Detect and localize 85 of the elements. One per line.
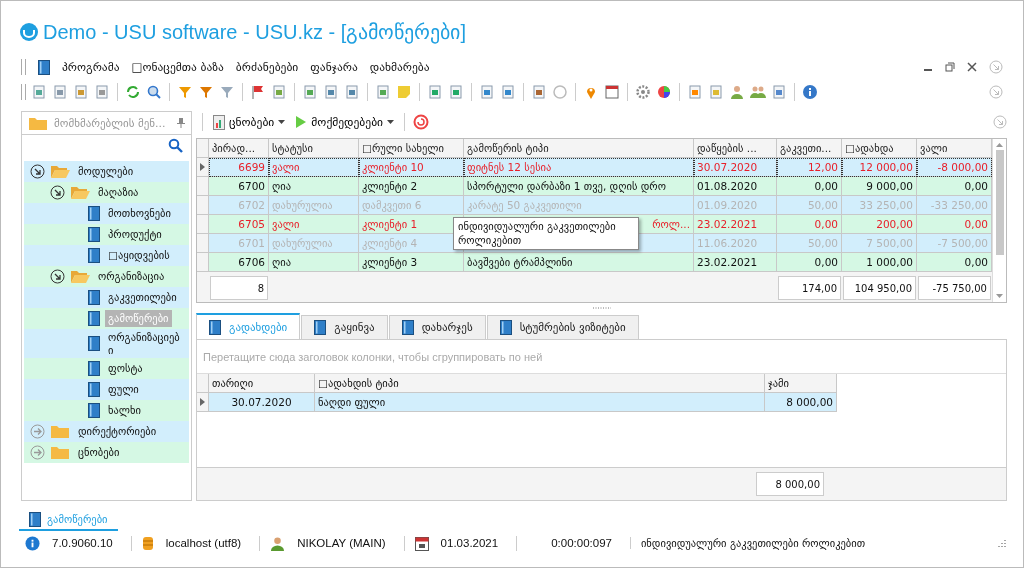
- table-cell: 6701: [209, 234, 269, 253]
- table-cell: 01.08.2020: [694, 177, 777, 196]
- table-cell: 0,00: [917, 215, 992, 234]
- table-cell: ღია: [269, 253, 359, 272]
- menu-item[interactable]: პროგრამა: [62, 60, 120, 74]
- column-header[interactable]: □ადახდა: [842, 139, 917, 158]
- column-header[interactable]: დაწყების ...: [694, 139, 777, 158]
- column-header[interactable]: გამოწერის ტიპი: [464, 139, 694, 158]
- column-header[interactable]: სტატუსი: [269, 139, 359, 158]
- table-cell: ბავშვები ტრამპლინი: [464, 253, 694, 272]
- status-message: ინდივიდუალური გაკვეთილები როლიკებით: [640, 537, 866, 549]
- table-cell: ღია: [269, 177, 359, 196]
- table-cell: -7 500,00: [917, 234, 992, 253]
- table-cell: 30.07.2020: [694, 158, 777, 177]
- column-header[interactable]: ვალი: [917, 139, 992, 158]
- tree-item[interactable]: ფოსტა: [105, 360, 146, 377]
- table-cell: 8 000,00: [765, 393, 837, 412]
- table-cell: 23.02.2021: [694, 253, 777, 272]
- table-cell: ნაღდი ფული: [315, 393, 765, 412]
- table-cell: 0,00: [777, 215, 842, 234]
- table-cell: ფიტნეს 12 სესია: [464, 158, 694, 177]
- table-cell: 11.06.2020: [694, 234, 777, 253]
- table-cell: -8 000,00: [917, 158, 992, 177]
- menu-item[interactable]: დახმარება: [369, 60, 430, 74]
- summary-cell: 174,00: [778, 276, 841, 300]
- table-cell: ვალი: [269, 215, 359, 234]
- database-text: localhost (utf8): [165, 537, 242, 549]
- table-cell: 7 500,00: [842, 234, 917, 253]
- table-cell: 9 000,00: [842, 177, 917, 196]
- tab[interactable]: დახარჯეს: [388, 315, 486, 339]
- table-cell: 6705: [209, 215, 269, 234]
- table-cell: 33 250,00: [842, 196, 917, 215]
- table-cell: 6699: [209, 158, 269, 177]
- table-cell: 12 000,00: [842, 158, 917, 177]
- table-cell: 12,00: [777, 158, 842, 177]
- table-cell: 23.02.2021: [694, 215, 777, 234]
- table-cell: კლიენტი 3: [359, 253, 464, 272]
- summary-cell: -75 750,00: [918, 276, 991, 300]
- table-cell: 0,00: [777, 253, 842, 272]
- table-cell: კლიენტი 10: [359, 158, 464, 177]
- table-cell: 1 000,00: [842, 253, 917, 272]
- table-cell: 50,00: [777, 234, 842, 253]
- user-text: NIKOLAY (MAIN): [297, 537, 386, 549]
- table-cell: 200,00: [842, 215, 917, 234]
- summary-cell: 8 000,00: [756, 472, 824, 496]
- summary-cell: 104 950,00: [843, 276, 916, 300]
- column-header[interactable]: □რული სახელი: [359, 139, 464, 158]
- column-header[interactable]: გაკვეთი...: [777, 139, 842, 158]
- elapsed-time: 0:00:00:097: [551, 537, 612, 549]
- menu-item[interactable]: ფანჯარა: [310, 60, 358, 74]
- tab[interactable]: გაყინვა: [301, 315, 388, 339]
- table-cell: 0,00: [917, 253, 992, 272]
- table-cell: 30.07.2020: [209, 393, 315, 412]
- column-header[interactable]: □ადახდის ტიპი: [315, 374, 765, 393]
- table-cell: -33 250,00: [917, 196, 992, 215]
- tree-item[interactable]: ფული: [105, 381, 142, 398]
- table-cell: დამკვეთი 6: [359, 196, 464, 215]
- table-cell: ვალი: [269, 158, 359, 177]
- table-cell: კარატე 50 გაკვეთილი: [464, 196, 694, 215]
- window-title: Demo - USU software - USU.kz - [გამოწერები]: [43, 20, 466, 44]
- actions-button[interactable]: მოქმედებები: [293, 115, 397, 129]
- reports-button[interactable]: ცნობები: [211, 114, 288, 130]
- table-cell: 6706: [209, 253, 269, 272]
- table-cell: 0,00: [917, 177, 992, 196]
- table-cell: 6702: [209, 196, 269, 215]
- table-cell: დახურულია: [269, 234, 359, 253]
- table-cell: 01.09.2020: [694, 196, 777, 215]
- column-header[interactable]: ჯამი: [765, 374, 837, 393]
- tab[interactable]: სტუმრების ვიზიტები: [486, 315, 639, 339]
- menu-item[interactable]: □ონაცემთა ბაზა: [131, 60, 224, 74]
- table-cell: 50,00: [777, 196, 842, 215]
- table-cell: დახურულია: [269, 196, 359, 215]
- date-text: 01.03.2021: [440, 537, 499, 549]
- tree-item[interactable]: ხალხი: [105, 402, 144, 419]
- tooltip: ინდივიდუალური გაკვეთილები როლიკებით: [453, 217, 639, 251]
- table-cell: კლიენტი 2: [359, 177, 464, 196]
- menu-item[interactable]: ბრძანებები: [235, 60, 299, 74]
- column-header[interactable]: თარიღი: [209, 374, 315, 393]
- table-cell: 0,00: [777, 177, 842, 196]
- summary-cell: 8: [210, 276, 268, 300]
- column-header[interactable]: პირად...: [209, 139, 269, 158]
- panel-title: მომხმარებლის მენ...: [54, 116, 167, 130]
- table-cell: 6700: [209, 177, 269, 196]
- version-text: 7.0.9060.10: [52, 537, 113, 549]
- table-cell: სპორტული დარბაზი 1 თვე, დღის დრო: [464, 177, 694, 196]
